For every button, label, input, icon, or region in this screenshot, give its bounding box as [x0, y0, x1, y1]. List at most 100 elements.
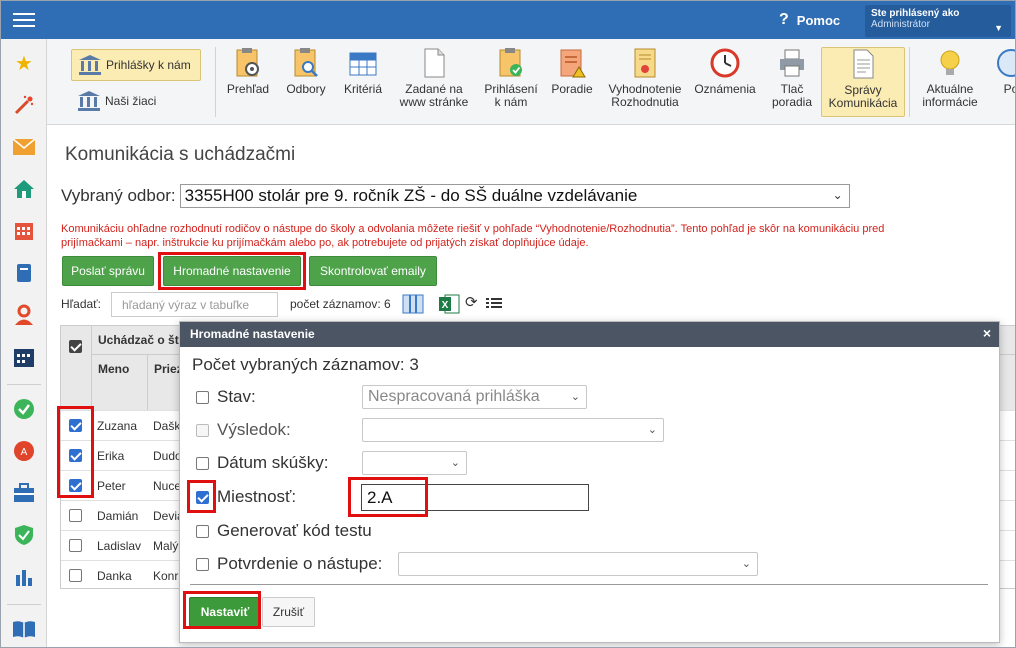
toolbar-zadane-label2: www stránke [399, 95, 469, 109]
toolbar-aktualne[interactable]: Aktuálne informácie [915, 47, 985, 117]
toolbar-divider [909, 47, 910, 117]
check-emails-button[interactable]: Skontrolovať emaily [309, 256, 437, 286]
chevron-down-icon: ⌄ [570, 391, 580, 403]
odbor-row: Vybraný odbor: 3355H00 stolár pre 9. roč… [61, 184, 850, 208]
chevron-down-icon: ⌄ [450, 457, 460, 469]
cancel-button[interactable]: Zrušiť [262, 597, 315, 627]
check-icon[interactable] [12, 397, 36, 421]
potvrdenie-checkbox[interactable] [196, 557, 209, 571]
user-name: Administrátor [871, 19, 930, 30]
question-icon: ? [779, 11, 789, 28]
vysledok-select[interactable]: ⌄ [362, 418, 664, 442]
cell-meno: Danka [97, 569, 132, 583]
excel-icon[interactable]: X [438, 293, 460, 315]
open-book-icon[interactable] [12, 617, 36, 641]
search-input[interactable]: hľadaný výraz v tabuľke [111, 292, 278, 317]
user-caption: Ste prihlásený ako [871, 8, 960, 19]
help-label: Pomoc [796, 12, 841, 28]
datum-select[interactable]: ⌄ [362, 451, 467, 475]
modal-title: Hromadné nastavenie [190, 327, 315, 341]
stav-label: Stav: [217, 387, 256, 406]
toolbar-odbory[interactable]: Odbory [281, 47, 331, 117]
toolbar-tlac[interactable]: Tlač poradia [765, 47, 819, 117]
chart-icon[interactable] [12, 565, 36, 589]
datum-row: Dátum skúšky: [196, 450, 328, 476]
toolbar-zadane[interactable]: Zadané na www stránke [395, 47, 473, 117]
row-checkbox[interactable] [69, 509, 82, 522]
cell-meno: Peter [97, 479, 126, 493]
toolbar-vyhodnotenie[interactable]: Vyhodnotenie Rozhodnutia [603, 47, 687, 117]
highlight-box [348, 477, 428, 517]
vysledok-checkbox[interactable] [196, 423, 209, 437]
toolbar-kriteria[interactable]: Kritériá [337, 47, 389, 117]
toolbar: Prihlášky k nám Naši žiaci Prehľad Odbor… [47, 39, 1015, 125]
cell-meno: Erika [97, 449, 125, 463]
toolbar-vyhodnotenie-label2: Rozhodnutia [611, 95, 679, 109]
toolbar-po[interactable]: Po [989, 47, 1015, 117]
app-window: ? Pomoc Ste prihlásený ako Administrátor… [0, 0, 1016, 648]
vysledok-row: Výsledok: [196, 417, 291, 443]
top-bar: ? Pomoc Ste prihlásený ako Administrátor… [1, 1, 1015, 39]
book-icon[interactable] [12, 261, 36, 285]
clock-icon [710, 48, 740, 78]
send-message-button[interactable]: Poslať správu [62, 256, 154, 286]
calendar-icon[interactable] [12, 219, 36, 243]
potvrdenie-row: Potvrdenie o nástupe: [196, 551, 382, 577]
page-title: Komunikácia s uchádzačmi [65, 144, 296, 165]
mail-icon[interactable] [12, 135, 36, 159]
clipboard-eye-icon [236, 48, 259, 77]
bulk-settings-modal: Hromadné nastavenie × Počet vybraných zá… [179, 321, 1000, 643]
hamburger-menu-icon[interactable] [13, 10, 35, 30]
refresh-icon[interactable]: ⟳ [465, 293, 487, 315]
cell-priezvisko: Malý [153, 539, 179, 553]
toolbar-prehlad-label: Prehľad [226, 82, 270, 96]
cell-meno: Ladislav [97, 539, 142, 553]
shield-icon[interactable] [12, 523, 36, 547]
user-menu[interactable]: Ste prihlásený ako Administrátor ▼ [865, 5, 1011, 37]
toolbar-kriteria-label: Kritériá [343, 82, 382, 96]
stav-select-value: Nespracovaná prihláška [368, 388, 540, 405]
help-link[interactable]: ? Pomoc [779, 11, 840, 29]
briefcase-icon[interactable] [12, 481, 36, 505]
toolbar-prihlaseni[interactable]: Prihlásení k nám [477, 47, 545, 117]
clipboard-search-icon [294, 48, 318, 77]
search-label: Hľadať: [61, 297, 102, 311]
left-sidebar: ★ A [1, 39, 47, 647]
row-checkbox[interactable] [69, 569, 82, 582]
datum-checkbox[interactable] [196, 456, 209, 470]
lightbulb-icon [940, 50, 960, 75]
badge-icon[interactable]: A [12, 439, 36, 463]
row-checkbox[interactable] [69, 539, 82, 552]
toolbar-nasi-ziaci-button[interactable]: Naši žiaci [71, 85, 201, 117]
wand-icon[interactable] [12, 93, 36, 117]
toolbar-prihlasky-button[interactable]: Prihlášky k nám [71, 49, 201, 81]
list-icon[interactable] [485, 293, 507, 315]
toolbar-prehlad[interactable]: Prehľad [221, 47, 275, 117]
document-lines-icon [853, 49, 874, 79]
close-icon[interactable]: × [983, 325, 991, 341]
potvrdenie-select[interactable]: ⌄ [398, 552, 758, 576]
stav-select[interactable]: Nespracovaná prihláška ⌄ [362, 385, 587, 409]
miestnost-label: Miestnosť: [217, 487, 297, 506]
star-icon[interactable]: ★ [12, 51, 36, 75]
generovat-checkbox[interactable] [196, 524, 209, 538]
toolbar-spravy[interactable]: Správy Komunikácia [821, 47, 905, 117]
col-meno-header[interactable]: Meno [91, 354, 147, 410]
selected-count: Počet vybraných záznamov: 3 [192, 355, 419, 374]
odbor-select[interactable]: 3355H00 stolár pre 9. ročník ZŠ - do SŠ … [179, 184, 850, 208]
toolbar-oznamenia-label: Oznámenia [694, 82, 756, 96]
toolbar-oznamenia[interactable]: Oznámenia [691, 47, 759, 117]
columns-icon[interactable] [402, 293, 424, 315]
toolbar-spravy-label2: Komunikácia [828, 96, 898, 110]
modal-divider [190, 584, 988, 585]
stav-checkbox[interactable] [196, 390, 209, 404]
toolbar-poradie[interactable]: Poradie [547, 47, 597, 117]
toolbar-odbory-label: Odbory [286, 82, 326, 96]
sidebar-divider [7, 384, 41, 385]
home-icon[interactable] [12, 177, 36, 201]
toolbar-aktualne-label2: informácie [922, 95, 978, 109]
schedule-icon[interactable] [12, 345, 36, 369]
select-all-checkbox[interactable] [69, 340, 82, 353]
institution-icon [78, 91, 100, 111]
user-icon[interactable] [12, 303, 36, 327]
